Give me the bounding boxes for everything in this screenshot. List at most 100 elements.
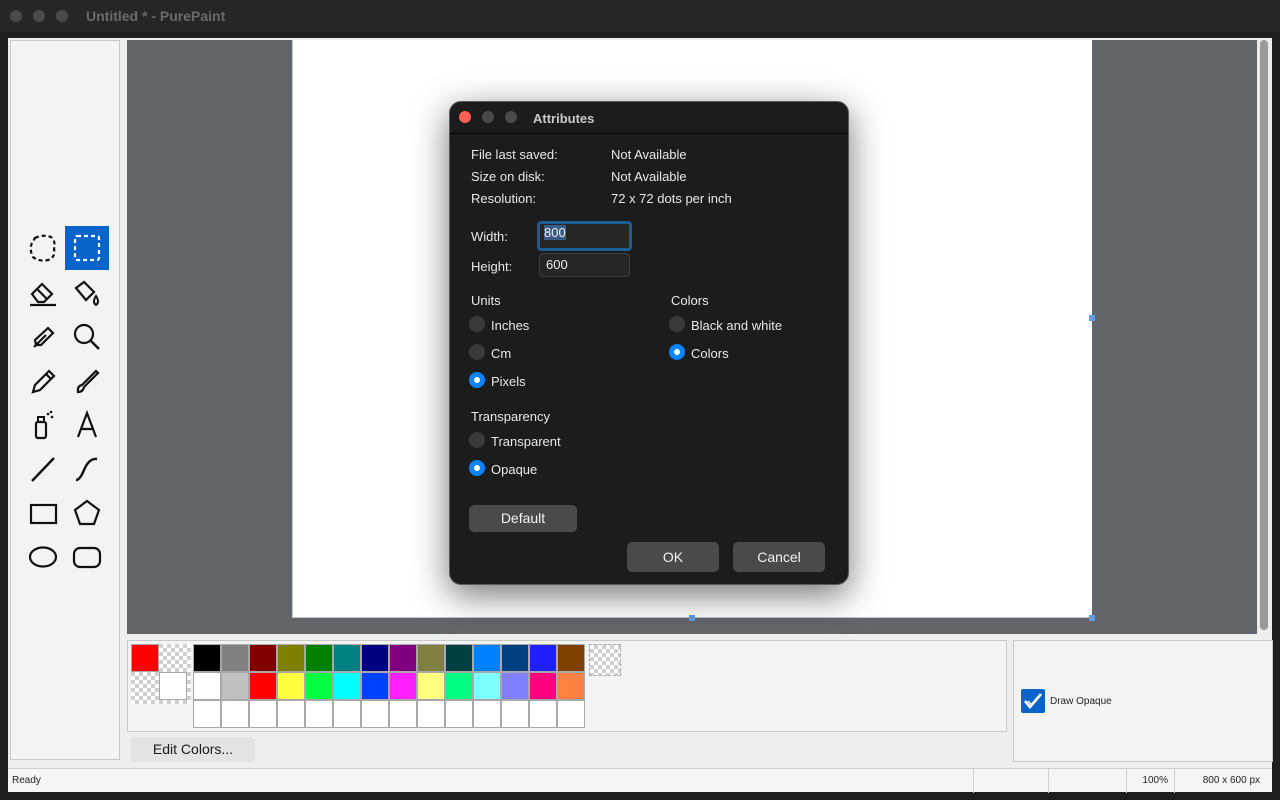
dialog-title: Attributes — [533, 111, 595, 126]
close-window-button[interactable] — [10, 10, 22, 22]
palette-swatch[interactable] — [445, 644, 473, 672]
palette-swatch[interactable] — [557, 644, 585, 672]
checkmark-icon — [1024, 693, 1042, 710]
palette-swatch[interactable] — [473, 672, 501, 700]
palette-swatch[interactable] — [249, 644, 277, 672]
palette-swatch[interactable] — [389, 672, 417, 700]
tool-free-form-select[interactable] — [21, 226, 65, 270]
tool-rounded-rectangle[interactable] — [65, 535, 109, 579]
units-inches-label: Inches — [491, 318, 530, 333]
colors-black-and-white-radio[interactable] — [669, 316, 685, 332]
palette-swatch[interactable] — [501, 644, 529, 672]
custom-color-swatch[interactable] — [501, 700, 529, 728]
secondary-color-swatch[interactable] — [159, 672, 187, 700]
custom-color-swatch[interactable] — [557, 700, 585, 728]
palette-swatch[interactable] — [529, 644, 557, 672]
palette-swatch[interactable] — [361, 672, 389, 700]
custom-color-swatch[interactable] — [249, 700, 277, 728]
edit-colors-button[interactable]: Edit Colors... — [131, 737, 255, 762]
palette-swatch[interactable] — [557, 672, 585, 700]
palette-swatch[interactable] — [501, 672, 529, 700]
transparency-transparent-radio[interactable] — [469, 432, 485, 448]
tool-fill[interactable] — [65, 271, 109, 315]
tool-rectangle-select[interactable] — [65, 226, 109, 270]
tool-color-picker[interactable] — [21, 315, 65, 359]
palette-swatch[interactable] — [221, 644, 249, 672]
zoom-window-button[interactable] — [56, 10, 68, 22]
palette-swatch[interactable] — [361, 644, 389, 672]
status-bar: Ready 100% 800 x 600 px — [8, 768, 1272, 793]
palette-swatch[interactable] — [193, 672, 221, 700]
tool-pencil[interactable] — [21, 359, 65, 403]
tool-rectangle[interactable] — [21, 491, 65, 535]
transparency-group-label: Transparency — [471, 409, 550, 424]
custom-color-swatch[interactable] — [221, 700, 249, 728]
tool-ellipse[interactable] — [21, 535, 65, 579]
custom-color-swatch[interactable] — [361, 700, 389, 728]
custom-color-swatch[interactable] — [417, 700, 445, 728]
minimize-window-button[interactable] — [33, 10, 45, 22]
dialog-zoom-button — [505, 111, 517, 123]
custom-color-swatch[interactable] — [529, 700, 557, 728]
resize-handle-bottom[interactable] — [689, 615, 695, 621]
custom-color-swatch[interactable] — [389, 700, 417, 728]
tool-polygon[interactable] — [65, 491, 109, 535]
primary-color-swatch[interactable] — [131, 644, 159, 672]
rectangle-select-icon — [73, 234, 101, 262]
transparency-opaque-radio[interactable] — [469, 460, 485, 476]
palette-swatch[interactable] — [473, 644, 501, 672]
palette-swatch[interactable] — [417, 644, 445, 672]
polygon-icon — [73, 499, 101, 526]
units-cm-radio[interactable] — [469, 344, 485, 360]
resize-handle-corner[interactable] — [1089, 615, 1095, 621]
vertical-scrollbar-thumb[interactable] — [1260, 40, 1268, 630]
height-label: Height: — [471, 259, 513, 274]
height-field[interactable]: 600 — [539, 253, 630, 277]
units-cm-label: Cm — [491, 346, 512, 361]
colors-colors-radio[interactable] — [669, 344, 685, 360]
brush-icon — [76, 369, 100, 394]
custom-color-swatch[interactable] — [473, 700, 501, 728]
palette-swatch[interactable] — [417, 672, 445, 700]
palette-swatch[interactable] — [305, 644, 333, 672]
cancel-button[interactable]: Cancel — [733, 542, 825, 572]
width-field[interactable]: 800 — [537, 221, 632, 251]
transparent-swatch[interactable] — [589, 644, 621, 676]
palette-swatch[interactable] — [389, 644, 417, 672]
palette-swatch[interactable] — [445, 672, 473, 700]
airbrush-icon — [34, 410, 54, 440]
default-button[interactable]: Default — [469, 505, 577, 532]
palette-swatch[interactable] — [193, 644, 221, 672]
palette-swatch[interactable] — [277, 644, 305, 672]
palette-swatch[interactable] — [529, 672, 557, 700]
palette-swatch[interactable] — [333, 644, 361, 672]
custom-color-swatch[interactable] — [193, 700, 221, 728]
draw-opaque-checkbox[interactable] — [1021, 689, 1045, 713]
units-inches-radio[interactable] — [469, 316, 485, 332]
palette-swatch[interactable] — [305, 672, 333, 700]
dialog-close-button[interactable] — [459, 111, 471, 123]
palette-swatch[interactable] — [221, 672, 249, 700]
custom-color-swatch[interactable] — [445, 700, 473, 728]
tool-line[interactable] — [21, 447, 65, 491]
resize-handle-right[interactable] — [1089, 315, 1095, 321]
units-pixels-radio[interactable] — [469, 372, 485, 388]
palette-swatch[interactable] — [277, 672, 305, 700]
palette-swatch[interactable] — [249, 672, 277, 700]
custom-color-swatch[interactable] — [277, 700, 305, 728]
file-last-saved-label: File last saved: — [471, 147, 558, 162]
tool-magnifier[interactable] — [65, 315, 109, 359]
colors-colors-label: Colors — [691, 346, 729, 361]
palette-swatch[interactable] — [333, 672, 361, 700]
transparency-transparent-label: Transparent — [491, 434, 561, 449]
custom-color-swatch[interactable] — [305, 700, 333, 728]
tool-eraser[interactable] — [21, 271, 65, 315]
custom-color-swatch[interactable] — [333, 700, 361, 728]
toolbox — [10, 40, 120, 760]
tool-curve[interactable] — [65, 447, 109, 491]
tool-brush[interactable] — [65, 359, 109, 403]
units-pixels-label: Pixels — [491, 374, 526, 389]
tool-text[interactable] — [65, 403, 109, 447]
ok-button[interactable]: OK — [627, 542, 719, 572]
tool-airbrush[interactable] — [21, 403, 65, 447]
